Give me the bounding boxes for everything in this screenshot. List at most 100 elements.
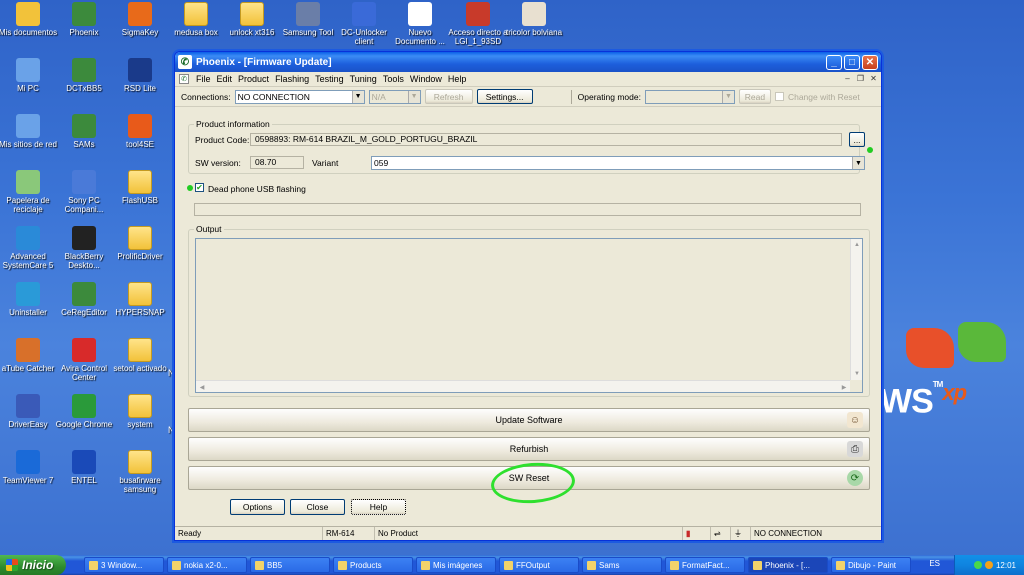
desktop-icon[interactable]: DCTxBB5 <box>52 58 116 93</box>
dead-phone-usb-checkbox[interactable]: ✔ <box>195 183 204 192</box>
desktop-icon[interactable]: Nuevo Documento ... <box>388 2 452 46</box>
desktop-icon[interactable]: TeamViewer 7 <box>0 450 60 485</box>
maximize-button[interactable]: □ <box>844 54 860 70</box>
title-bar[interactable]: ✆ Phoenix - [Firmware Update] _ □ ✕ <box>175 52 881 72</box>
desktop-icon[interactable]: Mis sitios de red <box>0 114 60 149</box>
desktop-icon[interactable]: BlackBerry Deskto... <box>52 226 116 270</box>
desktop-icon[interactable]: SigmaKey <box>108 2 172 37</box>
refurbish-button[interactable]: Refurbish ⎙ <box>188 437 870 461</box>
windows-xp-wordmark: WSTMxp <box>880 380 967 421</box>
menu-product[interactable]: Product <box>235 74 272 84</box>
menu-window[interactable]: Window <box>407 74 445 84</box>
taskbar-item[interactable]: Sams <box>582 557 662 573</box>
close-window-button[interactable]: ✕ <box>862 54 878 70</box>
taskbar-item[interactable]: FormatFact... <box>665 557 745 573</box>
system-tray: 12:01 <box>954 555 1024 575</box>
mdi-restore-button[interactable]: ❐ <box>855 74 866 84</box>
scroll-up-icon[interactable]: ▲ <box>851 239 863 251</box>
desktop-icon[interactable]: Mi PC <box>0 58 60 93</box>
desktop-icon[interactable]: tool4SE <box>108 114 172 149</box>
toolbar-separator <box>570 89 572 104</box>
desktop-icon[interactable]: SAMs <box>52 114 116 149</box>
menu-tuning[interactable]: Tuning <box>347 74 380 84</box>
desktop-icon[interactable]: HYPERSNAP <box>108 282 172 317</box>
phone-icon <box>352 2 376 26</box>
menu-help[interactable]: Help <box>445 74 470 84</box>
sony-icon <box>72 170 96 194</box>
desktop-icon[interactable]: Mis documentos <box>0 2 60 37</box>
taskbar-item[interactable]: Mis imágenes <box>416 557 496 573</box>
desktop-icon[interactable]: system <box>108 394 172 429</box>
desktop-icon[interactable]: Uninstaller <box>0 282 60 317</box>
desktop-icon[interactable]: Advanced SystemCare 5 <box>0 226 60 270</box>
options-button[interactable]: Options <box>230 499 285 515</box>
desktop-icon[interactable]: Samsung Tool <box>276 2 340 37</box>
minimize-button[interactable]: _ <box>826 54 842 70</box>
mdi-child-icon[interactable]: ✆ <box>179 74 189 84</box>
desktop-icon[interactable]: Avira Control Center <box>52 338 116 382</box>
taskbar-item[interactable]: Products <box>333 557 413 573</box>
desktop-icon[interactable]: medusa box <box>164 2 228 37</box>
read-button[interactable]: Read <box>738 89 771 104</box>
menu-flashing[interactable]: Flashing <box>272 74 312 84</box>
menu-file[interactable]: File <box>193 74 214 84</box>
desktop-icon[interactable]: busafirware samsung <box>108 450 172 494</box>
network-tray-icon[interactable] <box>973 561 982 569</box>
desktop-icon-label: busafirware samsung <box>119 476 161 494</box>
desktop-icon[interactable]: DriverEasy <box>0 394 60 429</box>
menu-edit[interactable]: Edit <box>214 74 236 84</box>
refresh-button[interactable]: Refresh <box>424 89 473 104</box>
desktop-icon-label: Mis sitios de red <box>0 140 57 149</box>
desktop-icon[interactable]: Google Chrome <box>52 394 116 429</box>
computer-icon <box>16 58 40 82</box>
taskbar-item[interactable]: BB5 <box>250 557 330 573</box>
product-code-field: 0598893: RM-614 BRAZIL_M_GOLD_PORTUGU_BR… <box>250 133 842 146</box>
desktop-icon[interactable]: CeRegEditor <box>52 282 116 317</box>
taskbar-item[interactable]: FFOutput <box>499 557 579 573</box>
scroll-left-icon[interactable]: ◀ <box>196 381 208 393</box>
desktop-icon[interactable]: aTube Catcher <box>0 338 60 373</box>
taskbar-item[interactable]: 3 Window... <box>84 557 164 573</box>
language-indicator[interactable]: ES <box>929 559 940 568</box>
horizontal-scrollbar[interactable]: ◀ ▶ <box>196 380 850 392</box>
desktop-icon[interactable]: Sony PC Compani... <box>52 170 116 214</box>
desktop-icon[interactable]: Acceso directo a LGI_1_93SD <box>446 2 510 46</box>
chevron-down-icon: ▼ <box>351 90 364 103</box>
connections-select[interactable]: NO CONNECTION ▼ <box>234 89 365 104</box>
window-icon <box>670 560 679 570</box>
close-button[interactable]: Close <box>290 499 345 515</box>
desktop-icon-label: DriverEasy <box>8 420 48 429</box>
menu-testing[interactable]: Testing <box>312 74 347 84</box>
desktop-icon[interactable]: Papelera de reciclaje <box>0 170 60 214</box>
taskbar-item[interactable]: Phoenix - [... <box>748 557 828 573</box>
scroll-right-icon[interactable]: ▶ <box>838 381 850 393</box>
desktop-icon[interactable]: ProlificDriver <box>108 226 172 261</box>
desktop-icon[interactable]: RSD Lite <box>108 58 172 93</box>
antivirus-tray-icon[interactable] <box>984 561 993 569</box>
desktop-icon[interactable]: tricolor bolviana <box>502 2 566 37</box>
taskbar-item-label: Sams <box>599 560 620 570</box>
mdi-close-button[interactable]: ✕ <box>868 74 879 84</box>
menu-tools[interactable]: Tools <box>380 74 407 84</box>
desktop-icon[interactable]: setool activado <box>108 338 172 373</box>
output-log[interactable]: ▲ ▼ ◀ ▶ <box>195 238 863 393</box>
desktop-icon[interactable]: ENTEL <box>52 450 116 485</box>
taskbar-item[interactable]: Dibujo - Paint <box>831 557 911 573</box>
update-software-button[interactable]: Update Software ☺ <box>188 408 870 432</box>
desktop-icon[interactable]: unlock xt316 <box>220 2 284 37</box>
mdi-minimize-button[interactable]: – <box>842 74 853 84</box>
taskbar-item[interactable]: nokia x2-0... <box>167 557 247 573</box>
settings-button[interactable]: Settings... <box>476 89 533 104</box>
vertical-scrollbar[interactable]: ▲ ▼ <box>850 239 862 380</box>
help-button[interactable]: Help <box>351 499 406 515</box>
variant-select[interactable]: 059 ▼ <box>371 156 865 170</box>
desktop-icon[interactable]: Phoenix <box>52 2 116 37</box>
browse-product-button[interactable]: ... <box>849 132 865 147</box>
desktop-icon[interactable]: DC-Unlocker client <box>332 2 396 46</box>
clock[interactable]: 12:01 <box>996 561 1016 570</box>
desktop-icon[interactable]: FlashUSB <box>108 170 172 205</box>
scroll-down-icon[interactable]: ▼ <box>851 368 863 380</box>
start-button[interactable]: Inicio <box>0 555 66 575</box>
output-label: Output <box>194 224 224 234</box>
change-with-reset-checkbox[interactable] <box>774 92 784 101</box>
